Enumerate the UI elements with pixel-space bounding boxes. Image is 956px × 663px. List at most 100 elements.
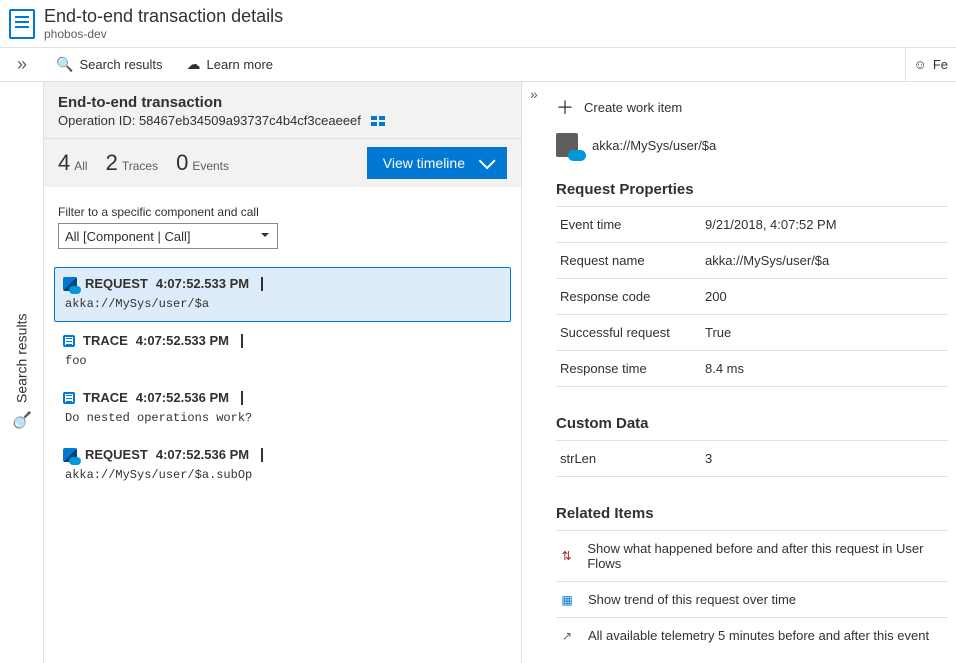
trace-list: REQUEST 4:07:52.533 PM akka://MySys/user/$… xyxy=(44,257,521,505)
related-item-label: Show what happened before and after this… xyxy=(587,541,944,571)
trace-marker xyxy=(261,448,263,462)
plus-icon: ＋ xyxy=(556,101,574,115)
feedback-button[interactable]: ☺ Fe xyxy=(905,48,956,81)
trace-time: 4:07:52.533 PM xyxy=(156,276,249,291)
page-title-block: End-to-end transaction details phobos-de… xyxy=(44,6,283,41)
property-value: True xyxy=(705,325,731,340)
request-icon xyxy=(63,448,77,462)
document-icon xyxy=(9,9,35,39)
custom-data-table: strLen3 xyxy=(556,440,948,477)
search-results-link[interactable]: 🔍 Search results xyxy=(44,56,175,73)
trace-marker xyxy=(261,277,263,291)
property-value: 8.4 ms xyxy=(705,361,744,376)
property-value: 3 xyxy=(705,451,712,466)
page-icon xyxy=(0,9,44,39)
property-key: Response code xyxy=(560,289,705,304)
chevron-down-icon xyxy=(479,152,496,169)
property-value: 9/21/2018, 4:07:52 PM xyxy=(705,217,837,232)
trace-icon xyxy=(63,335,75,347)
request-properties-title: Request Properties xyxy=(556,181,948,198)
related-item[interactable]: ▦ Show trend of this request over time xyxy=(556,581,948,617)
property-row: Request nameakka://MySys/user/$a xyxy=(556,242,948,278)
related-item[interactable]: ⇅ Show what happened before and after thi… xyxy=(556,530,948,581)
counts-row: 4All 2Traces 0Events View timeline xyxy=(44,138,521,187)
trace-body: Do nested operations work? xyxy=(65,411,502,425)
request-icon xyxy=(63,277,77,291)
center-pane: End-to-end transaction Operation ID: 584… xyxy=(44,82,522,663)
property-row: Response time8.4 ms xyxy=(556,350,948,387)
related-item[interactable]: ↗ All available telemetry 5 minutes befor… xyxy=(556,617,948,653)
learn-more-link[interactable]: ☁ Learn more xyxy=(175,56,285,73)
trace-body: akka://MySys/user/$a.subOp xyxy=(65,468,502,482)
feedback-label: Fe xyxy=(933,57,948,72)
page-subtitle: phobos-dev xyxy=(44,27,283,41)
trace-time: 4:07:52.536 PM xyxy=(136,390,229,405)
collapse-right-icon[interactable]: » xyxy=(530,86,538,102)
operation-header: End-to-end transaction Operation ID: 584… xyxy=(44,82,521,138)
trace-time: 4:07:52.533 PM xyxy=(136,333,229,348)
page-title: End-to-end transaction details xyxy=(44,6,283,27)
filter-section: Filter to a specific component and call … xyxy=(44,187,521,257)
flow-icon: ⇅ xyxy=(560,549,573,563)
trace-type: REQUEST xyxy=(85,276,148,291)
property-row: Successful requestTrue xyxy=(556,314,948,350)
top-bar: End-to-end transaction details phobos-de… xyxy=(0,0,956,48)
entity-row: akka://MySys/user/$a xyxy=(556,133,948,157)
toolbar: » 🔍 Search results ☁ Learn more ☺ Fe xyxy=(0,48,956,82)
trace-body: akka://MySys/user/$a xyxy=(65,297,502,311)
operation-id-row: Operation ID: 58467eb34509a93737c4b4cf3c… xyxy=(58,113,507,128)
property-row: Response code200 xyxy=(556,278,948,314)
trace-type: TRACE xyxy=(83,333,128,348)
search-results-label: Search results xyxy=(79,57,162,72)
trend-icon: ▦ xyxy=(560,593,574,607)
cloud-icon: ☁ xyxy=(187,56,201,73)
property-key: Successful request xyxy=(560,325,705,340)
related-items-title: Related Items xyxy=(556,505,948,522)
property-value: 200 xyxy=(705,289,727,304)
search-icon: 🔍 xyxy=(12,412,32,431)
property-key: Request name xyxy=(560,253,705,268)
trace-item[interactable]: REQUEST 4:07:52.533 PM akka://MySys/user/$… xyxy=(54,267,511,322)
smile-icon: ☺ xyxy=(914,57,927,72)
trace-icon xyxy=(63,392,75,404)
related-items-list: ⇅ Show what happened before and after thi… xyxy=(556,530,948,653)
trace-time: 4:07:52.536 PM xyxy=(156,447,249,462)
request-properties-table: Event time9/21/2018, 4:07:52 PMRequest n… xyxy=(556,206,948,387)
property-row: strLen3 xyxy=(556,440,948,477)
property-value: akka://MySys/user/$a xyxy=(705,253,829,268)
trace-type: REQUEST xyxy=(85,447,148,462)
trace-item[interactable]: TRACE 4:07:52.536 PM Do nested operations … xyxy=(54,381,511,436)
right-pane: » ＋ Create work item akka://MySys/user/$… xyxy=(522,82,956,663)
property-row: Event time9/21/2018, 4:07:52 PM xyxy=(556,206,948,242)
telemetry-icon: ↗ xyxy=(560,629,574,643)
related-item-label: All available telemetry 5 minutes before… xyxy=(588,628,929,643)
trace-body: foo xyxy=(65,354,502,368)
operation-id: 58467eb34509a93737c4b4cf3ceaeeef xyxy=(139,113,361,128)
trace-marker xyxy=(241,334,243,348)
left-rail[interactable]: 🔍 Search results xyxy=(0,82,44,663)
create-work-item-button[interactable]: ＋ Create work item xyxy=(556,92,948,133)
related-item-label: Show trend of this request over time xyxy=(588,592,796,607)
trace-marker xyxy=(241,391,243,405)
trace-type: TRACE xyxy=(83,390,128,405)
trace-item[interactable]: REQUEST 4:07:52.536 PM akka://MySys/user/$… xyxy=(54,438,511,493)
custom-data-title: Custom Data xyxy=(556,415,948,432)
server-cloud-icon xyxy=(556,133,578,157)
property-key: Event time xyxy=(560,217,705,232)
search-icon: 🔍 xyxy=(56,56,73,73)
count-traces[interactable]: 2Traces xyxy=(106,150,158,176)
view-timeline-button[interactable]: View timeline xyxy=(367,147,507,179)
entity-name: akka://MySys/user/$a xyxy=(592,138,716,153)
filter-select[interactable]: All [Component | Call] xyxy=(58,223,278,249)
count-events[interactable]: 0Events xyxy=(176,150,229,176)
property-key: strLen xyxy=(560,451,705,466)
filter-label: Filter to a specific component and call xyxy=(58,205,507,219)
main-content: 🔍 Search results End-to-end transaction … xyxy=(0,82,956,663)
operation-title: End-to-end transaction xyxy=(58,94,507,111)
trace-item[interactable]: TRACE 4:07:52.533 PM foo xyxy=(54,324,511,379)
count-all[interactable]: 4All xyxy=(58,150,88,176)
left-rail-label: 🔍 Search results xyxy=(12,314,31,431)
grid-icon[interactable] xyxy=(371,116,385,126)
collapse-left-icon[interactable]: » xyxy=(0,54,44,75)
learn-more-label: Learn more xyxy=(207,57,273,72)
